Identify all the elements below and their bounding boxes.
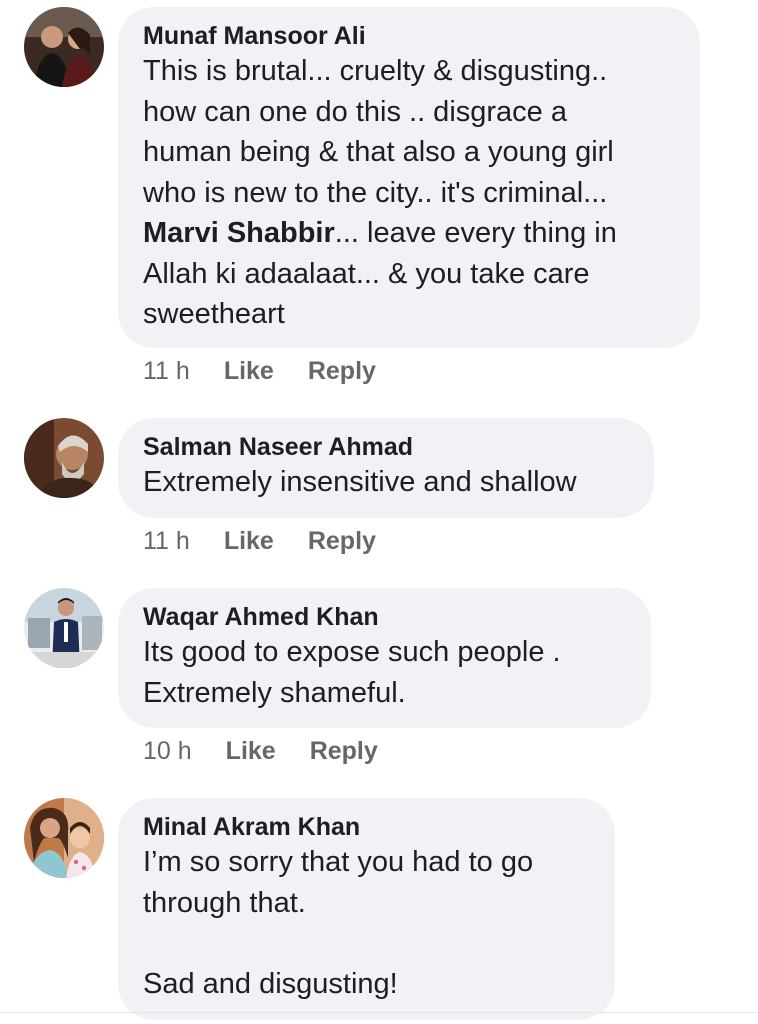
like-button[interactable]: Like [226, 736, 276, 766]
comment-text: This is brutal... cruelty & disgusting..… [143, 51, 674, 335]
comment-author[interactable]: Salman Naseer Ahmad [143, 432, 628, 462]
comment-bubble: Minal Akram Khan I’m so sorry that you h… [118, 798, 615, 1020]
avatar[interactable] [24, 418, 104, 498]
comment-actions: 11 h Like Reply [143, 356, 376, 386]
reply-button[interactable]: Reply [308, 526, 376, 556]
avatar[interactable] [24, 7, 104, 87]
mention-link[interactable]: Marvi Shabbir [143, 217, 335, 249]
divider [0, 1012, 758, 1013]
like-button[interactable]: Like [224, 356, 274, 386]
comment-text: I’m so sorry that you had to go through … [143, 846, 534, 1000]
comment-bubble: Munaf Mansoor Ali This is brutal... crue… [118, 7, 700, 348]
comment-text: Extremely insensitive and shallow [143, 466, 577, 498]
comment-timestamp[interactable]: 11 h [143, 526, 190, 556]
comment-actions: 10 h Like Reply [143, 736, 378, 766]
comment-timestamp[interactable]: 11 h [143, 356, 190, 386]
profile-photo-icon [24, 588, 104, 668]
profile-photo-icon [24, 7, 104, 87]
comment-text-part: This is brutal... cruelty & disgusting..… [143, 55, 614, 209]
comment-author[interactable]: Munaf Mansoor Ali [143, 21, 674, 51]
comment-bubble: Waqar Ahmed Khan Its good to expose such… [118, 588, 651, 728]
comment-author[interactable]: Minal Akram Khan [143, 812, 589, 842]
comment-bubble: Salman Naseer Ahmad Extremely insensitiv… [118, 418, 654, 518]
comment-timestamp[interactable]: 10 h [143, 736, 192, 766]
comment-text: Its good to expose such people . Extreme… [143, 636, 561, 709]
avatar[interactable] [24, 588, 104, 668]
reply-button[interactable]: Reply [310, 736, 378, 766]
profile-photo-icon [24, 418, 104, 498]
comment-author[interactable]: Waqar Ahmed Khan [143, 602, 625, 632]
profile-photo-icon [24, 798, 104, 878]
like-button[interactable]: Like [224, 526, 274, 556]
comment-actions: 11 h Like Reply [143, 526, 376, 556]
reply-button[interactable]: Reply [308, 356, 376, 386]
avatar[interactable] [24, 798, 104, 878]
